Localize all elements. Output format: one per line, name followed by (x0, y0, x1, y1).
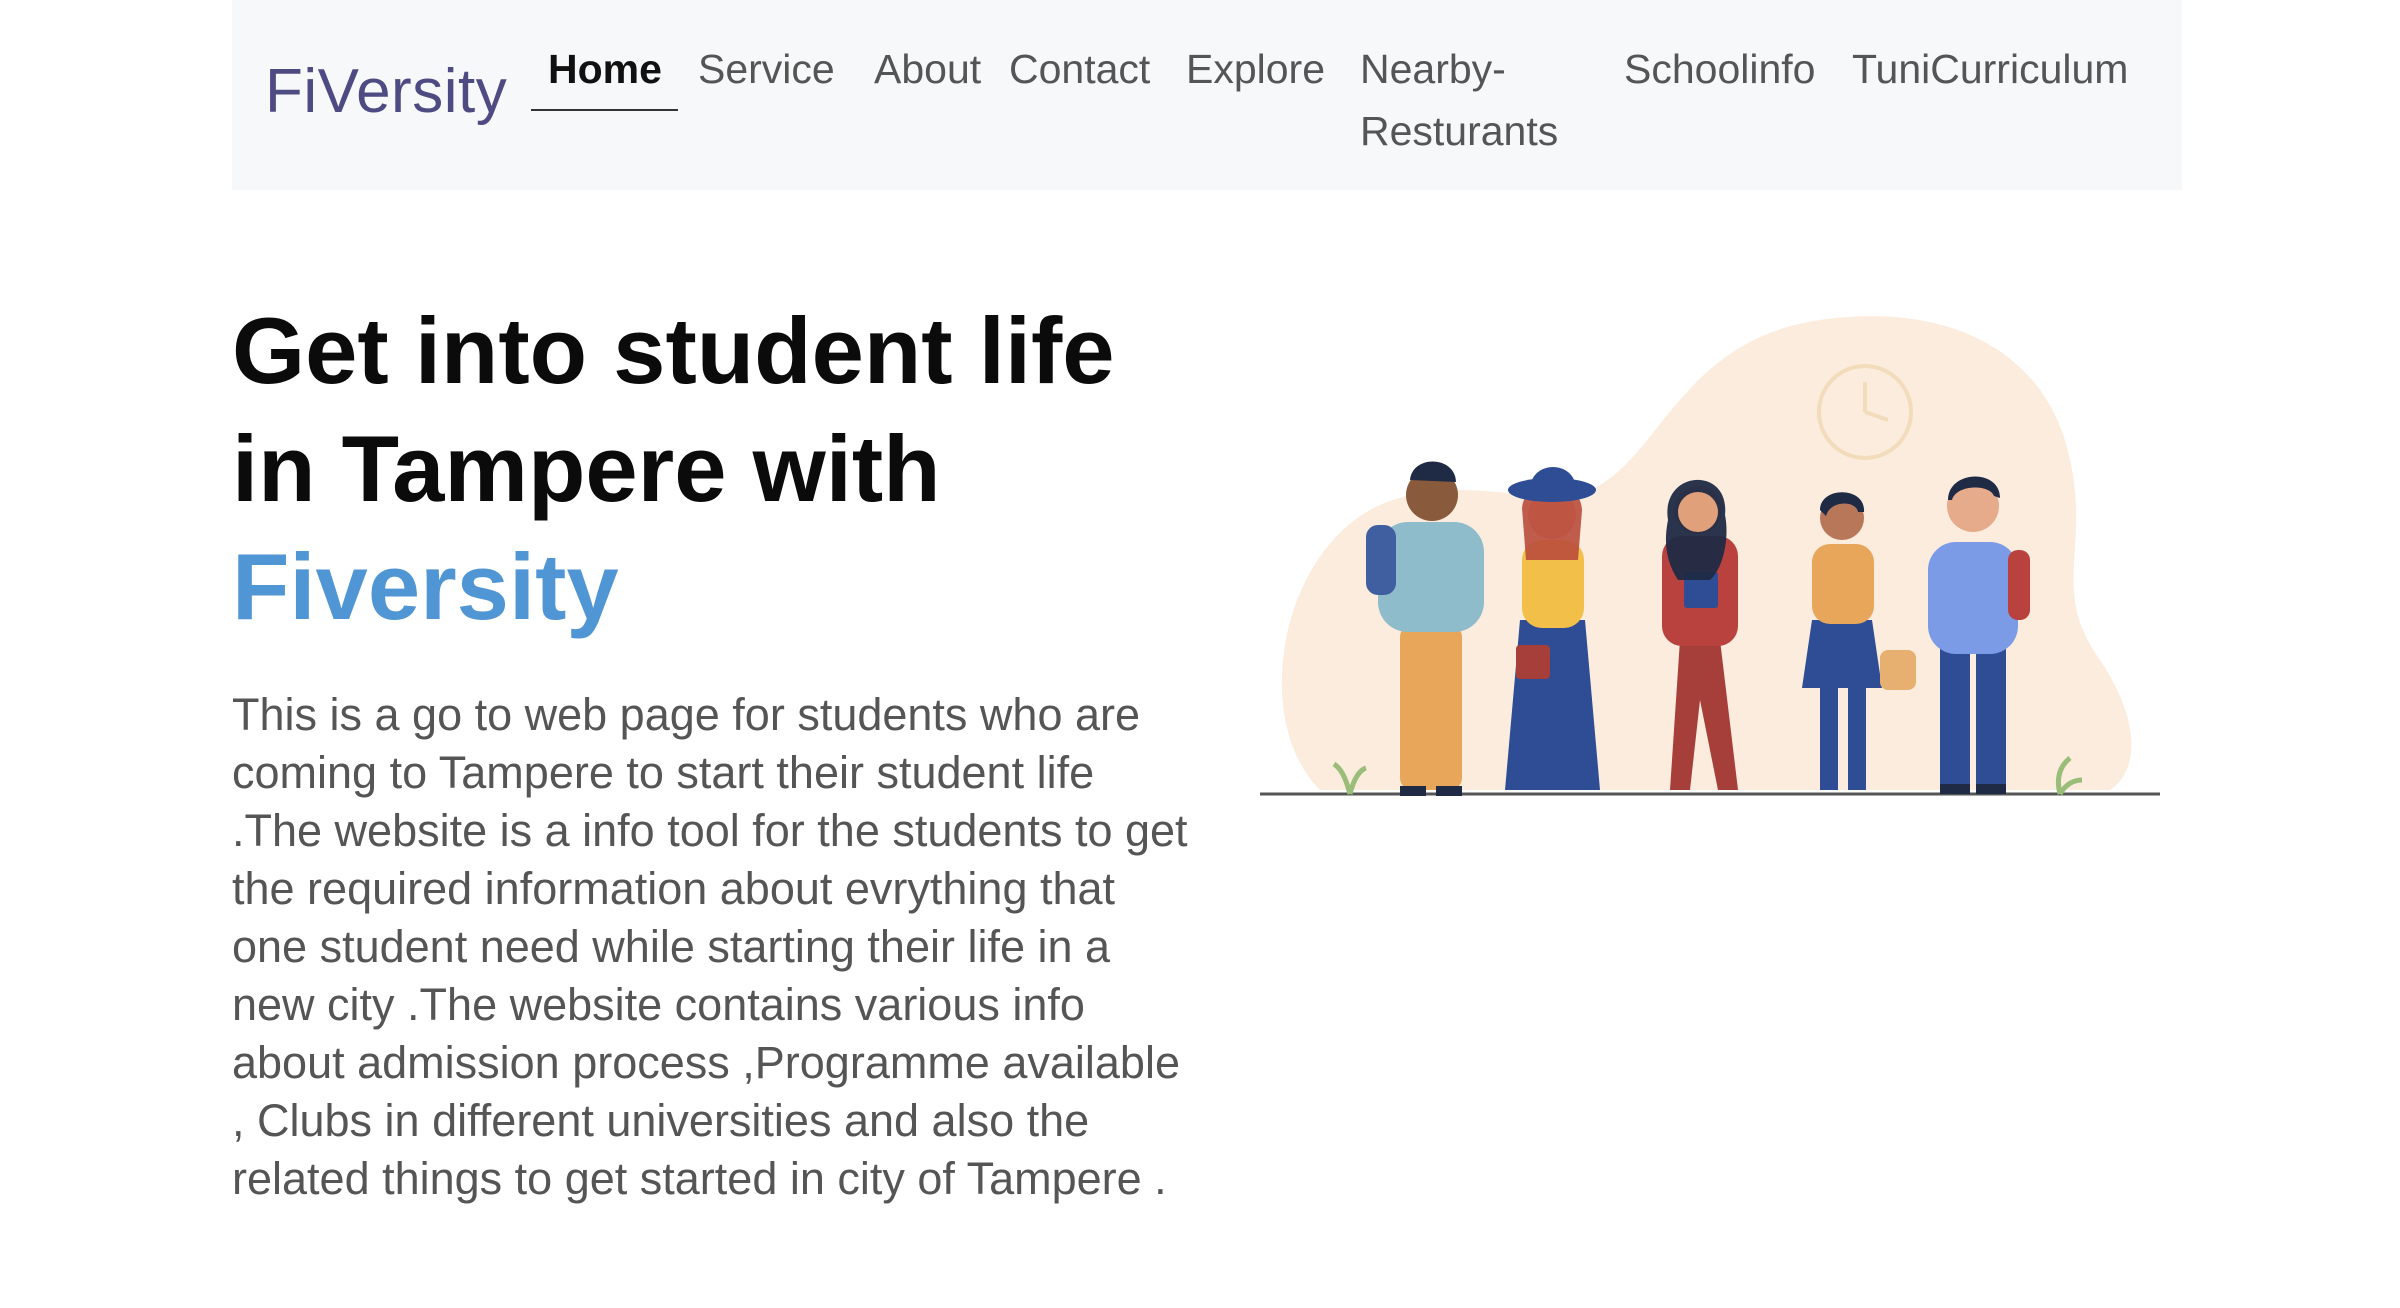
navbar: FiVersity Home Service About Contact Exp… (232, 0, 2182, 190)
nav-link-nearby-restaurants[interactable]: Nearby- Resturants (1360, 38, 1558, 162)
hero-title: Get into student life in Tampere with Fi… (232, 292, 1192, 646)
nav-link-nearby-line1: Nearby- (1360, 46, 1506, 92)
hero-description: This is a go to web page for students wh… (232, 689, 1188, 1204)
active-nav-underline (531, 109, 678, 111)
nav-link-service[interactable]: Service (698, 38, 835, 100)
students-illustration (1260, 316, 2160, 796)
hero-title-line1: Get into student life (232, 298, 1115, 403)
nav-link-schoolinfo[interactable]: Schoolinfo (1624, 38, 1815, 100)
nav-link-nearby-line2: Resturants (1360, 108, 1559, 154)
nav-link-home[interactable]: Home (548, 38, 662, 100)
nav-link-explore[interactable]: Explore (1186, 38, 1325, 100)
nav-link-contact[interactable]: Contact (1009, 38, 1150, 100)
hero-title-line2: in Tampere with (232, 416, 941, 521)
hero-title-accent: Fiversity (232, 534, 619, 639)
nav-link-about[interactable]: About (874, 38, 981, 100)
nav-link-tunicurriculum[interactable]: TuniCurriculum (1852, 38, 2128, 100)
brand-logo[interactable]: FiVersity (265, 56, 507, 127)
